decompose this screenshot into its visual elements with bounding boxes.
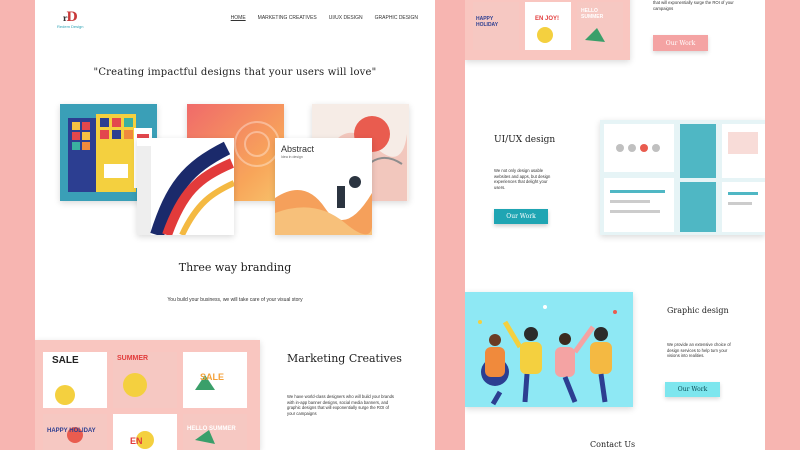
marketing-our-work-button[interactable]: Our Work xyxy=(653,35,708,51)
nav-home[interactable]: HOME xyxy=(231,15,246,21)
graphic-body: We provide an extensive choice of design… xyxy=(667,342,731,358)
marketing-body: We have world-class designers who will b… xyxy=(287,394,394,416)
branding-card-abstract: Abstract Idea in design xyxy=(275,138,372,235)
tile-summer: SUMMER xyxy=(117,355,149,362)
brand-name: Redem Design xyxy=(57,24,84,29)
marketing-collage-top: HAPPY HOLIDAY EN JOY! HELLO SUMMER xyxy=(465,0,630,60)
tile-enjoy-top: EN JOY! xyxy=(535,16,560,22)
branding-subtitle: You build your business, we will take ca… xyxy=(167,297,303,303)
right-page: HAPPY HOLIDAY EN JOY! HELLO SUMMER that … xyxy=(465,0,765,450)
tile-hello-summer-top: HELLO SUMMER xyxy=(581,8,604,20)
marketing-collage: SALE SUMMER SALE HAPPY HOLIDAY EN HELLO … xyxy=(35,340,260,450)
graphic-illustration xyxy=(465,292,633,407)
tile-happy-holiday-top: HAPPY HOLIDAY xyxy=(476,16,499,28)
nav-marketing-creatives[interactable]: MARKETING CREATIVES xyxy=(258,15,317,21)
uiux-title: UI/UX design xyxy=(494,135,556,145)
tile-sale-2: SALE xyxy=(200,372,225,382)
graphic-title: Graphic design xyxy=(667,306,729,315)
hero-quote: "Creating impactful designs that your us… xyxy=(93,67,377,78)
graphic-our-work-button[interactable]: Our Work xyxy=(665,382,720,397)
contact-title: Contact Us xyxy=(590,440,636,449)
uiux-body: We not only design usable websites and a… xyxy=(494,168,551,190)
tile-sale-1: SALE xyxy=(52,355,79,366)
tile-happy-holiday: HAPPY HOLIDAY xyxy=(47,428,96,434)
tile-hello-summer: HELLO SUMMER xyxy=(187,426,236,432)
logo-mark: D xyxy=(66,10,77,25)
marketing-title: Marketing Creatives xyxy=(287,352,402,365)
uiux-our-work-button[interactable]: Our Work xyxy=(494,209,548,224)
brand-logo[interactable]: rD Redem Design xyxy=(55,10,101,32)
tile-en: EN xyxy=(130,436,143,446)
left-page: rD Redem Design HOME MARKETING CREATIVES… xyxy=(35,0,435,450)
branding-card-strokes xyxy=(137,138,234,235)
nav-uiux-design[interactable]: UI/UX DESIGN xyxy=(329,15,363,21)
top-nav: HOME MARKETING CREATIVES UI/UX DESIGN GR… xyxy=(231,15,418,21)
uiux-mockup xyxy=(600,120,765,235)
marketing-body-tail: that will exponentially surge the ROI of… xyxy=(653,0,734,11)
branding-title: Three way branding xyxy=(178,261,292,274)
nav-graphic-design[interactable]: GRAPHIC DESIGN xyxy=(375,15,418,21)
